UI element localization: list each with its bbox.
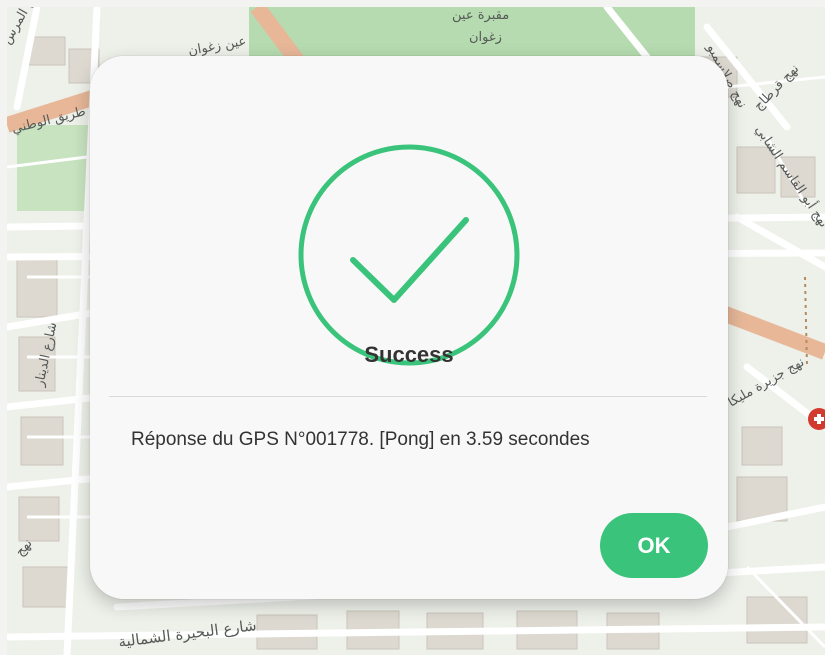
dialog-message: Réponse du GPS N°001778. [Pong] en 3.59 … [131, 429, 590, 450]
dialog-divider [109, 396, 707, 397]
map-label-top-center-partial: مقبرة عين [452, 8, 509, 23]
success-dialog: Success Réponse du GPS N°001778. [Pong] … [90, 56, 728, 599]
map-label-top-center: زغوان [469, 30, 502, 45]
app-frame: زغوان مقبرة عين عين زغوان طريق الوطني نه… [7, 7, 825, 655]
dialog-title: Success [364, 342, 454, 367]
ok-button[interactable]: OK [600, 513, 708, 578]
check-circle-icon [298, 144, 520, 366]
